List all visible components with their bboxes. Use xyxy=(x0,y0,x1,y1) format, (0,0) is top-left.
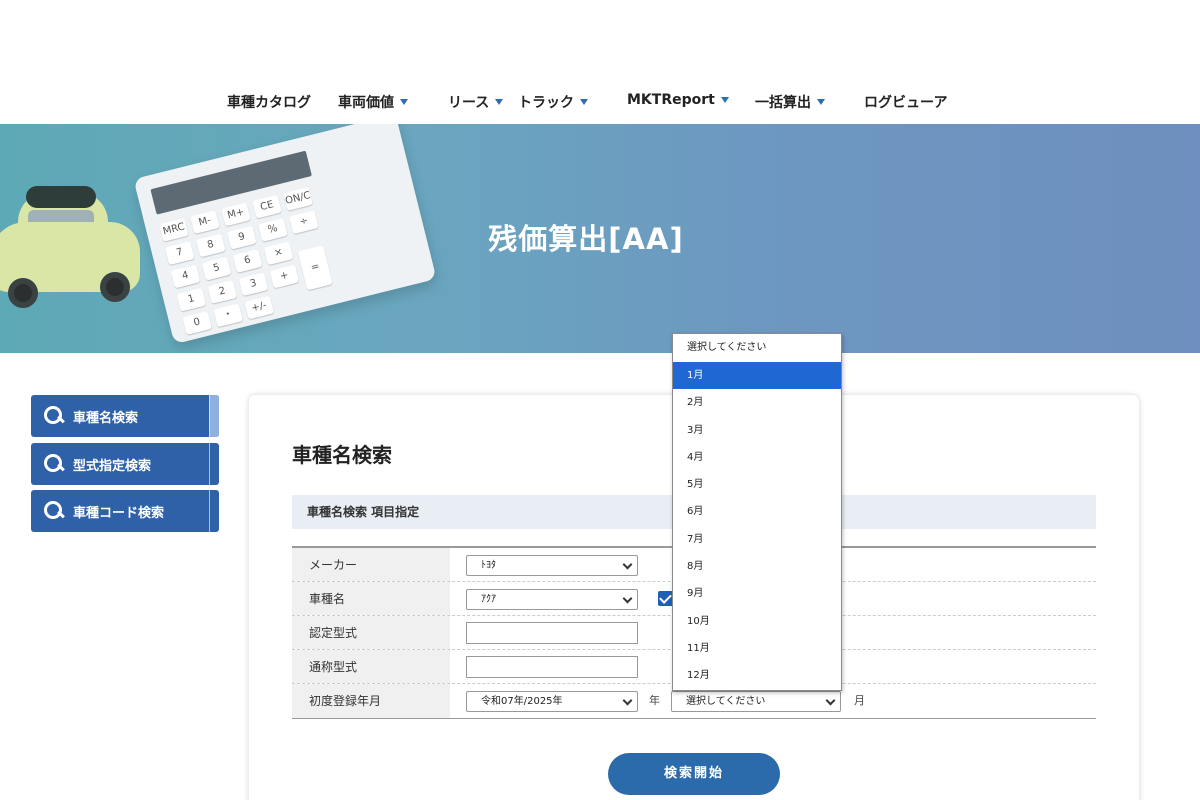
caret-down-icon xyxy=(495,99,504,105)
nav-label: トラック xyxy=(518,95,574,111)
month-option[interactable]: 9月 xyxy=(673,580,841,607)
field-label: メーカー xyxy=(292,548,450,581)
caret-down-icon xyxy=(720,97,729,103)
nav-item-log-viewer[interactable]: ログビューア xyxy=(864,92,947,112)
select-value: ｱｸｱ xyxy=(481,594,496,605)
search-icon xyxy=(43,405,65,427)
select-value: 選択してください xyxy=(686,696,766,707)
nav-item-mktreport[interactable]: MKTReport xyxy=(627,92,729,108)
month-option[interactable]: 1月 xyxy=(673,362,841,390)
nav-label: ログビューア xyxy=(864,95,948,111)
registration-year-select[interactable]: 令和07年/2025年 xyxy=(466,691,638,712)
select-value: 令和07年/2025年 xyxy=(481,696,563,707)
nav-label: 車種カタログ xyxy=(227,95,311,111)
month-option[interactable]: 4月 xyxy=(673,444,841,471)
nav-label: 一括算出 xyxy=(755,95,811,111)
month-option[interactable]: 11月 xyxy=(673,635,841,662)
month-option[interactable]: 選択してください xyxy=(673,334,841,362)
registration-month-select[interactable]: 選択してください xyxy=(671,691,841,712)
calc-key: 0 xyxy=(182,311,212,335)
sidebar-item-label: 車種コード検索 xyxy=(73,505,165,521)
month-option[interactable]: 7月 xyxy=(673,526,841,553)
sidebar-item-label: 型式指定検索 xyxy=(73,458,152,474)
top-navigation: 車種カタログ 車両価値 リース トラック MKTReport 一括算出 ログビュ… xyxy=(0,0,1200,124)
month-option[interactable]: 3月 xyxy=(673,417,841,444)
sidebar-item-indicator xyxy=(209,490,219,532)
calc-key: 2 xyxy=(207,280,238,304)
panel-title: 車種名検索 xyxy=(292,443,392,467)
calc-key: 1 xyxy=(176,287,207,312)
month-option[interactable]: 2月 xyxy=(673,389,841,416)
search-icon xyxy=(43,453,65,475)
nav-label: リース xyxy=(448,95,490,111)
calc-key: CE xyxy=(252,194,282,219)
chevron-down-icon xyxy=(825,695,836,706)
field-label: 通称型式 xyxy=(292,650,450,683)
month-option[interactable]: 8月 xyxy=(673,553,841,580)
caret-down-icon xyxy=(817,99,825,105)
sidebar-item-indicator xyxy=(209,443,219,485)
sidebar-item-vehicle-name-search[interactable]: 車種名検索 xyxy=(31,395,219,437)
nav-item-lease[interactable]: リース xyxy=(448,92,504,112)
car-roof xyxy=(26,186,96,208)
sidebar-item-vehicle-code-search[interactable]: 車種コード検索 xyxy=(31,490,219,532)
sidebar-item-indicator xyxy=(209,395,219,437)
model-checkbox[interactable] xyxy=(658,591,673,606)
calc-key: 5 xyxy=(201,256,232,281)
hero-banner: MRC M- M+ CE ON/C 7 8 9 % ÷ 4 5 6 × 1 2 … xyxy=(0,124,1200,353)
calc-key: + xyxy=(269,264,300,289)
nav-item-truck[interactable]: トラック xyxy=(518,92,588,112)
field-label: 車種名 xyxy=(292,582,450,615)
chevron-down-icon xyxy=(622,559,633,570)
caret-down-icon xyxy=(400,99,408,105)
page-title: 残価算出[AA] xyxy=(488,222,684,256)
nav-item-catalog[interactable]: 車種カタログ xyxy=(227,92,311,112)
calc-key: 4 xyxy=(170,264,201,289)
calc-key: ・ xyxy=(213,303,243,328)
month-option[interactable]: 10月 xyxy=(673,608,841,635)
select-value: ﾄﾖﾀ xyxy=(481,560,496,571)
nav-item-vehicle-value[interactable]: 車両価値 xyxy=(338,92,408,112)
month-unit: 月 xyxy=(854,694,865,707)
car-wheel xyxy=(100,272,130,302)
month-option[interactable]: 6月 xyxy=(673,498,841,525)
common-type-input[interactable] xyxy=(466,656,638,678)
search-start-button[interactable]: 検索開始 xyxy=(608,753,780,795)
year-unit: 年 xyxy=(649,694,660,707)
model-select[interactable]: ｱｸｱ xyxy=(466,589,638,610)
field-label: 認定型式 xyxy=(292,616,450,649)
car-wheel xyxy=(8,278,38,308)
month-dropdown-list: 選択してください 1月 2月 3月 4月 5月 6月 7月 8月 9月 10月 … xyxy=(672,333,842,691)
sidebar-item-label: 車種名検索 xyxy=(73,410,139,426)
chevron-down-icon xyxy=(622,695,633,706)
calc-key: ON/C xyxy=(283,187,313,211)
month-option[interactable]: 12月 xyxy=(673,662,841,689)
nav-label: 車両価値 xyxy=(338,95,394,111)
chevron-down-icon xyxy=(622,593,633,604)
maker-select[interactable]: ﾄﾖﾀ xyxy=(466,555,638,576)
calc-key: 3 xyxy=(238,272,269,297)
month-option[interactable]: 5月 xyxy=(673,471,841,498)
caret-down-icon xyxy=(580,99,588,105)
calc-key: +/- xyxy=(244,295,275,320)
search-icon xyxy=(43,500,65,522)
sidebar-item-model-type-search[interactable]: 型式指定検索 xyxy=(31,443,219,485)
field-label: 初度登録年月 xyxy=(292,684,450,718)
nav-item-batch-calc[interactable]: 一括算出 xyxy=(755,92,825,112)
certified-type-input[interactable] xyxy=(466,622,638,644)
nav-label: MKTReport xyxy=(627,92,715,108)
